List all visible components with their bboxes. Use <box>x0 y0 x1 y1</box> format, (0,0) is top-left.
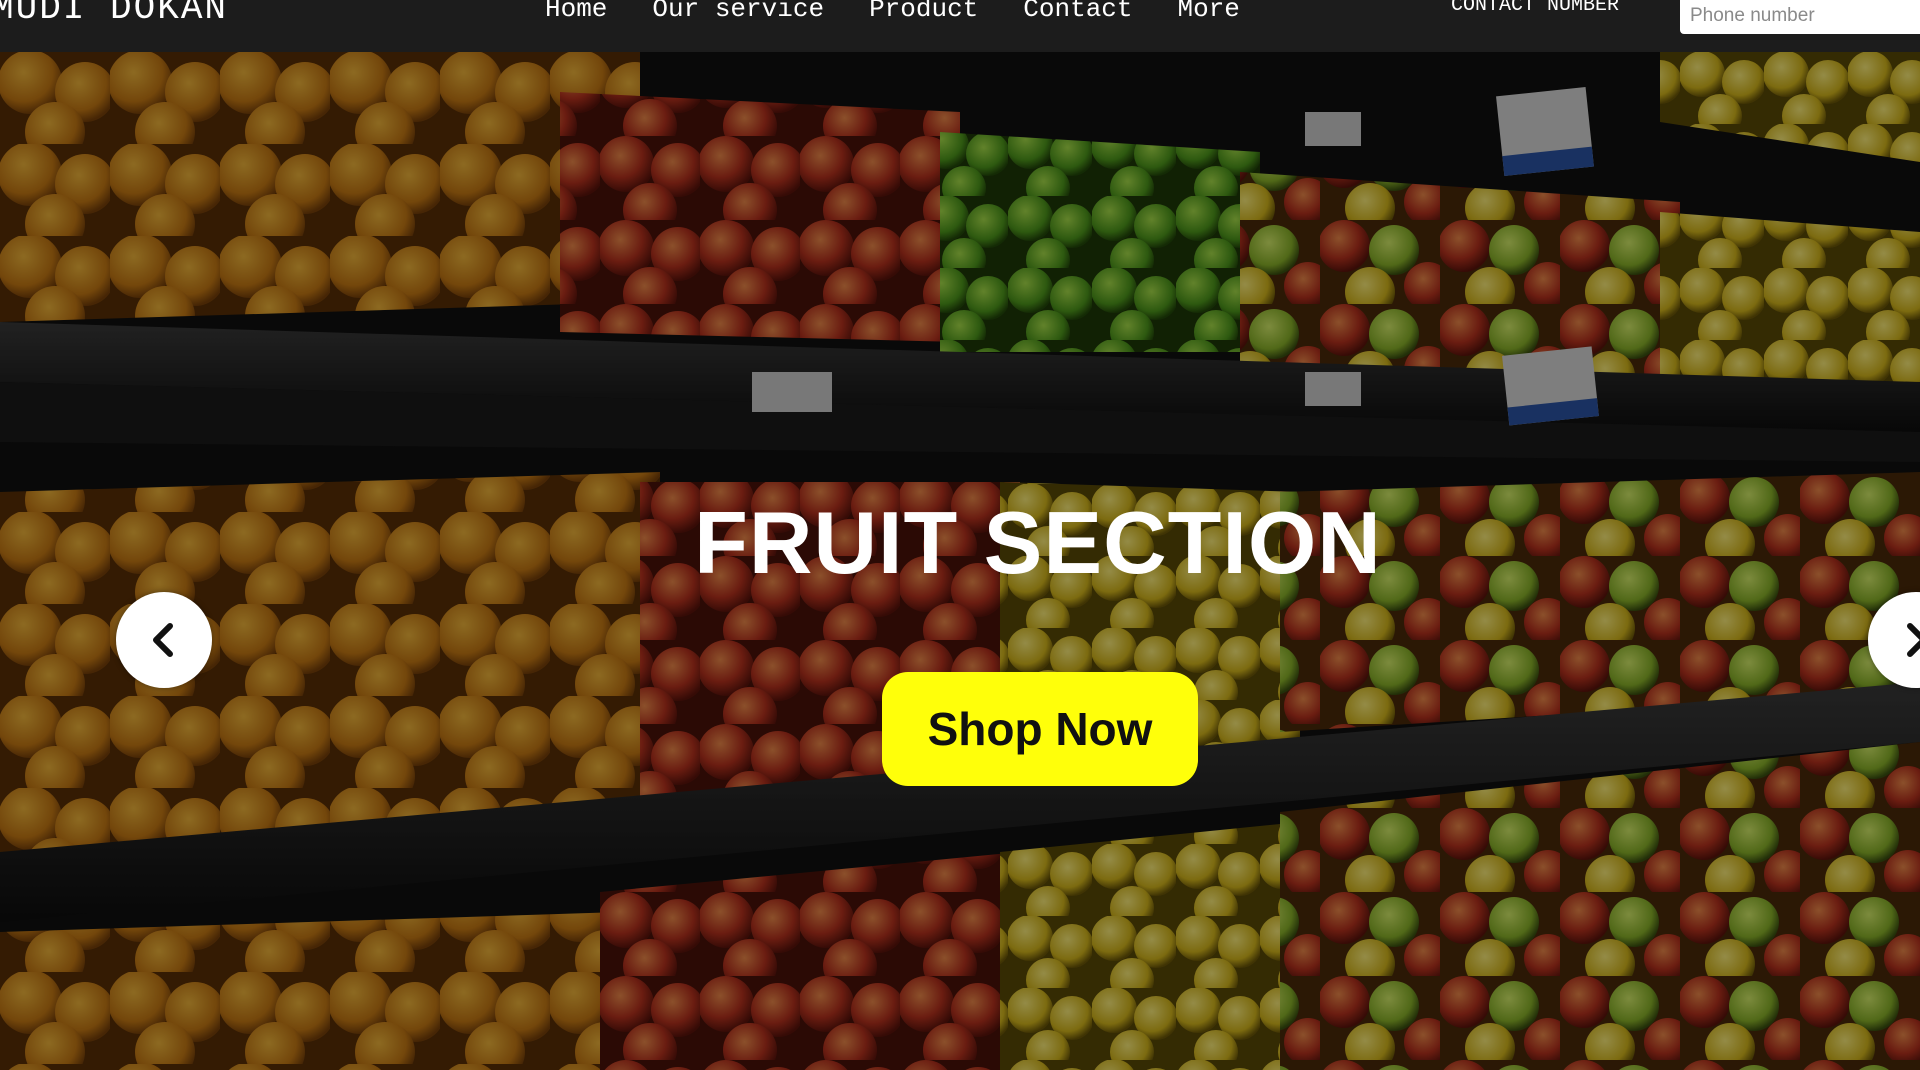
nav-item-product[interactable]: Product <box>869 0 978 24</box>
nav-item-contact[interactable]: Contact <box>1023 0 1132 24</box>
nav-item-our-service[interactable]: Our service <box>652 0 824 24</box>
contact-number-label: CONTACT NUMBER <box>1451 0 1620 17</box>
nav-menu: Home Our service Product Contact More <box>545 0 1240 24</box>
chevron-right-icon <box>1907 623 1920 657</box>
shop-now-button[interactable]: Shop Now <box>882 672 1198 786</box>
carousel-prev-button[interactable] <box>116 592 212 688</box>
brand-logo-text[interactable]: MUDI DOKAN <box>0 0 228 29</box>
hero-title: FRUIT SECTION <box>694 493 1382 592</box>
hero-carousel: FRUIT SECTION Shop Now <box>0 52 1920 1070</box>
phone-number-input[interactable] <box>1680 0 1920 34</box>
nav-item-more[interactable]: More <box>1178 0 1240 24</box>
nav-item-home[interactable]: Home <box>545 0 607 24</box>
top-navbar: MUDI DOKAN Home Our service Product Cont… <box>0 0 1920 52</box>
chevron-left-icon <box>153 623 173 657</box>
